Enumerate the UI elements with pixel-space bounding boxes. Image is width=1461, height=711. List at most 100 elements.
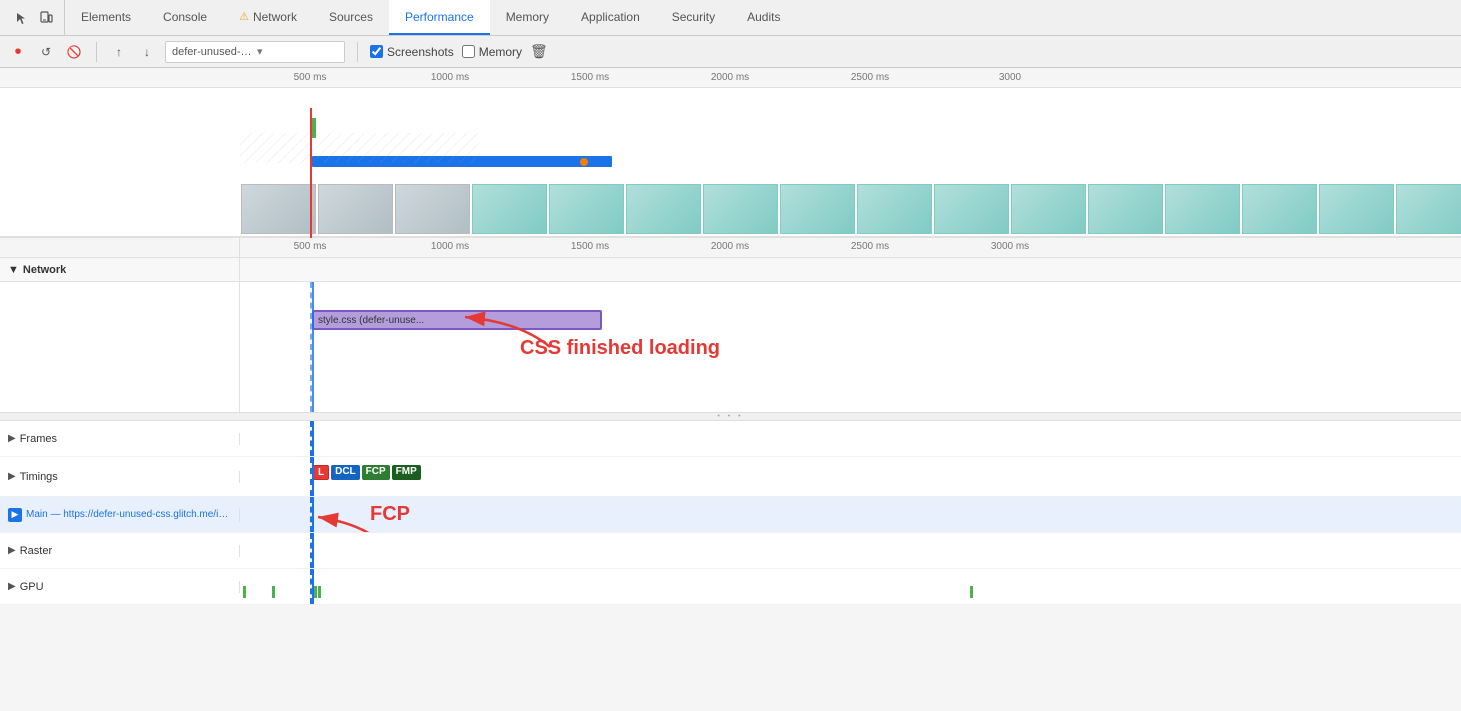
- upload-button[interactable]: ↑: [109, 42, 129, 62]
- time-mark-2000: 2000 ms: [711, 72, 749, 83]
- screenshot-thumb: [1165, 184, 1240, 234]
- tab-application[interactable]: Application: [565, 0, 656, 35]
- screenshots-checkbox-label[interactable]: Screenshots: [370, 45, 454, 59]
- badge-FMP: FMP: [392, 465, 421, 480]
- frames-track: ▶ Frames: [0, 421, 1461, 457]
- time-mark-2500: 2500 ms: [851, 72, 889, 83]
- orange-marker: [580, 158, 588, 166]
- network-right-panel: style.css (defer-unuse... CSS finishe: [240, 282, 1461, 412]
- detail-area: 500 ms 1000 ms 1500 ms 2000 ms 2500 ms 3…: [0, 238, 1461, 605]
- screenshots-checkbox[interactable]: [370, 45, 383, 58]
- screenshot-thumb: [472, 184, 547, 234]
- tab-bar: Elements Console ⚠ Network Sources Perfo…: [0, 0, 1461, 36]
- timings-blue-line: [312, 457, 314, 496]
- chevron-down-icon: ▾: [257, 45, 338, 58]
- fcp-arrow-annotation: [313, 499, 413, 532]
- frames-blue-line: [312, 421, 314, 456]
- tab-performance[interactable]: Performance: [389, 0, 490, 35]
- gpu-tick-2: [272, 586, 275, 598]
- cursor-icon[interactable]: [12, 8, 32, 28]
- screenshot-thumb: [626, 184, 701, 234]
- badge-FCP: FCP: [362, 465, 390, 480]
- frames-label: ▶ Frames: [0, 433, 240, 445]
- download-button[interactable]: ↓: [137, 42, 157, 62]
- network-section-header: ▼ Network: [0, 258, 1461, 282]
- cpu-idle-area: [240, 133, 480, 163]
- refresh-record-button[interactable]: ↺: [36, 42, 56, 62]
- raster-content: [240, 533, 1461, 568]
- detail-time-mark-3000: 3000 ms: [991, 241, 1029, 252]
- network-expand-arrow[interactable]: ▼: [8, 264, 19, 276]
- detail-time-ruler: 500 ms 1000 ms 1500 ms 2000 ms 2500 ms 3…: [0, 238, 1461, 258]
- badge-DCL: DCL: [331, 465, 360, 480]
- screenshot-thumb: [549, 184, 624, 234]
- tab-security[interactable]: Security: [656, 0, 731, 35]
- overview-time-ruler: 500 ms 1000 ms 1500 ms 2000 ms 2500 ms 3…: [0, 68, 1461, 88]
- overview-panel: 500 ms 1000 ms 1500 ms 2000 ms 2500 ms 3…: [0, 68, 1461, 238]
- network-section: ▼ Network style.css (defer-unuse...: [0, 258, 1461, 421]
- warning-icon: ⚠: [239, 10, 249, 23]
- screenshot-thumb: [1319, 184, 1394, 234]
- gpu-tick-1: [243, 586, 246, 598]
- overview-tracks: [0, 88, 1461, 238]
- time-mark-1500: 1500 ms: [571, 72, 609, 83]
- gpu-expand-icon[interactable]: ▶: [8, 581, 16, 592]
- frames-content: [240, 421, 1461, 456]
- detail-time-mark-2500: 2500 ms: [851, 241, 889, 252]
- clear-button[interactable]: 🗑: [530, 43, 548, 60]
- screenshot-thumb: [1396, 184, 1461, 234]
- gpu-track: ▶ GPU: [0, 569, 1461, 605]
- gpu-tick-5: [970, 586, 973, 598]
- detail-time-mark-500: 500 ms: [294, 241, 327, 252]
- tab-memory[interactable]: Memory: [490, 0, 565, 35]
- tab-elements[interactable]: Elements: [65, 0, 147, 35]
- tab-sources[interactable]: Sources: [313, 0, 389, 35]
- gpu-tick-3: [314, 586, 317, 598]
- detail-time-mark-2000: 2000 ms: [711, 241, 749, 252]
- screenshot-thumb: [780, 184, 855, 234]
- devtools-icons: [4, 0, 65, 35]
- screenshot-thumb: [318, 184, 393, 234]
- device-icon[interactable]: [36, 8, 56, 28]
- css-annotation: [440, 292, 560, 355]
- timing-badges: L DCL FCP FMP: [313, 465, 422, 480]
- timings-label: ▶ Timings: [0, 471, 240, 483]
- memory-checkbox[interactable]: [462, 45, 475, 58]
- separator-2: [357, 42, 358, 62]
- screenshot-thumb: [857, 184, 932, 234]
- screenshots-strip: [240, 183, 1461, 238]
- performance-toolbar: ⏺ ↺ 🚫 ↑ ↓ defer-unused-css.glitch.... ▾ …: [0, 36, 1461, 68]
- raster-track: ▶ Raster: [0, 533, 1461, 569]
- screenshot-thumb: [703, 184, 778, 234]
- red-marker-line: [310, 108, 312, 238]
- tab-audits[interactable]: Audits: [731, 0, 796, 35]
- screenshot-thumb: [1088, 184, 1163, 234]
- main-label: ▶ Main — https://defer-unused-css.glitch…: [0, 508, 240, 522]
- gpu-content: [240, 569, 1461, 604]
- timings-expand-icon[interactable]: ▶: [8, 471, 16, 482]
- timings-content: L DCL FCP FMP: [240, 457, 1461, 496]
- main-track: ▶ Main — https://defer-unused-css.glitch…: [0, 497, 1461, 533]
- url-dropdown[interactable]: defer-unused-css.glitch.... ▾: [165, 41, 345, 63]
- resize-handle[interactable]: • • •: [0, 412, 1461, 420]
- raster-expand-icon[interactable]: ▶: [8, 545, 16, 556]
- time-mark-500: 500 ms: [294, 72, 327, 83]
- tab-network[interactable]: ⚠ Network: [223, 0, 313, 35]
- timings-track: ▶ Timings L DCL FCP FMP: [0, 457, 1461, 497]
- frames-expand-icon[interactable]: ▶: [8, 433, 16, 444]
- time-mark-3000: 3000: [999, 72, 1021, 83]
- tab-console[interactable]: Console: [147, 0, 223, 35]
- memory-checkbox-label[interactable]: Memory: [462, 45, 522, 59]
- detail-time-mark-1000: 1000 ms: [431, 241, 469, 252]
- time-mark-1000: 1000 ms: [431, 72, 469, 83]
- screenshot-thumb: [1011, 184, 1086, 234]
- record-button[interactable]: ⏺: [8, 42, 28, 62]
- main-content: FCP: [240, 497, 1461, 532]
- main-play-icon: ▶: [8, 508, 22, 522]
- separator-1: [96, 42, 97, 62]
- screenshot-thumb: [241, 184, 316, 234]
- screenshot-thumb: [1242, 184, 1317, 234]
- raster-label: ▶ Raster: [0, 545, 240, 557]
- stop-button[interactable]: 🚫: [64, 42, 84, 62]
- network-content: style.css (defer-unuse... CSS finishe: [0, 282, 1461, 412]
